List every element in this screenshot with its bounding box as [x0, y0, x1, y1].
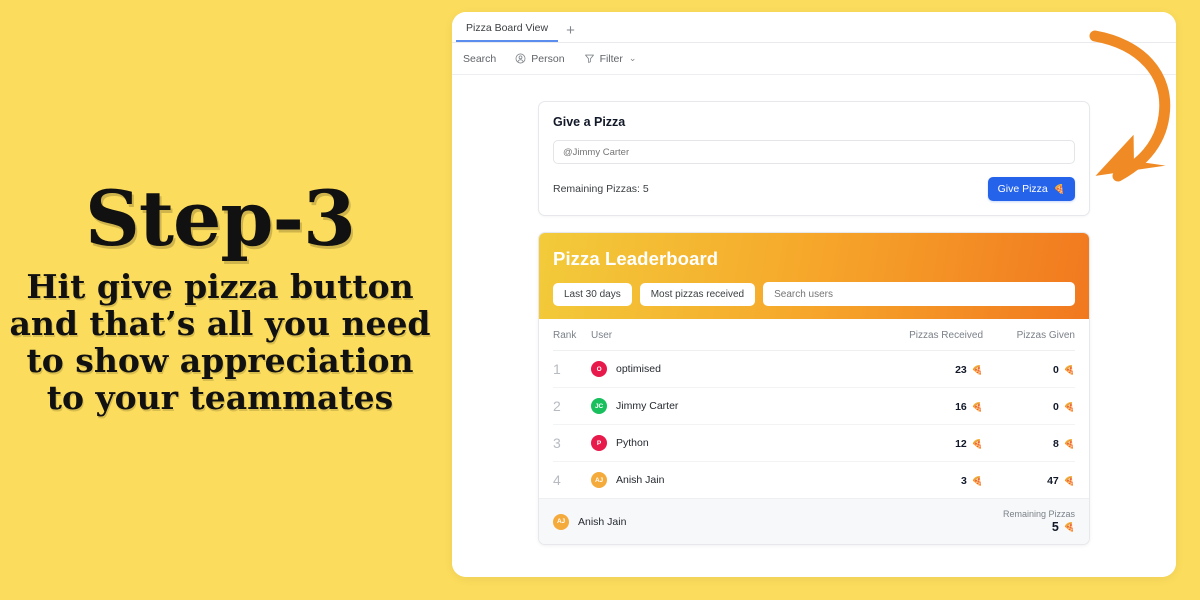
- row-user-name: Jimmy Carter: [616, 400, 679, 412]
- pizza-icon: 🍕: [971, 364, 983, 375]
- pizza-icon: 🍕: [971, 401, 983, 412]
- row-given: 47 🍕: [983, 471, 1075, 489]
- pizza-icon: 🍕: [1063, 475, 1075, 486]
- main-content: Give a Pizza Remaining Pizzas: 5 Give Pi…: [452, 75, 1176, 577]
- pizza-icon: 🍕: [1063, 364, 1075, 375]
- toolbar-person-label: Person: [531, 52, 565, 65]
- table-row[interactable]: 1 O optimised 23 🍕 0 🍕: [553, 351, 1075, 388]
- row-given: 8 🍕: [983, 434, 1075, 452]
- row-given: 0 🍕: [983, 360, 1075, 378]
- avatar: O: [591, 361, 607, 377]
- leaderboard-header: Pizza Leaderboard Last 30 days Most pizz…: [539, 233, 1089, 319]
- table-header-row: Rank User Pizzas Received Pizzas Given: [553, 319, 1075, 351]
- pizza-leaderboard-card: Pizza Leaderboard Last 30 days Most pizz…: [538, 232, 1090, 545]
- row-received: 3 🍕: [865, 471, 983, 489]
- leaderboard-controls: Last 30 days Most pizzas received: [553, 282, 1075, 306]
- toolbar-filter-label: Filter: [599, 52, 623, 65]
- footer-remaining-label: Remaining Pizzas: [1002, 509, 1075, 519]
- give-card-footer-row: Remaining Pizzas: 5 Give Pizza 🍕: [553, 177, 1075, 201]
- chevron-down-icon[interactable]: ⌄: [629, 53, 637, 64]
- current-user: AJ Anish Jain: [553, 513, 627, 530]
- avatar: AJ: [553, 513, 569, 530]
- row-user: AJ Anish Jain: [591, 472, 865, 488]
- add-tab-button[interactable]: +: [558, 23, 585, 42]
- table-row[interactable]: 2 JC Jimmy Carter 16 🍕 0 🍕: [553, 388, 1075, 425]
- give-pizza-button-label: Give Pizza: [997, 183, 1048, 195]
- row-given-value: 0: [1052, 364, 1059, 376]
- pizza-icon: 🍕: [1063, 521, 1075, 532]
- row-given-value: 47: [1047, 475, 1059, 487]
- row-user-name: Anish Jain: [616, 474, 665, 486]
- give-a-pizza-title: Give a Pizza: [553, 115, 626, 129]
- toolbar-filter[interactable]: Filter ⌄: [584, 52, 637, 65]
- column-header-rank: Rank: [553, 330, 577, 341]
- avatar: JC: [591, 398, 607, 414]
- row-received-value: 12: [955, 438, 967, 450]
- row-given: 0 🍕: [983, 397, 1075, 415]
- give-pizza-button[interactable]: Give Pizza 🍕: [987, 177, 1075, 201]
- row-received: 12 🍕: [865, 434, 983, 452]
- row-received-value: 3: [960, 475, 967, 487]
- column-header-received: Pizzas Received: [909, 330, 983, 341]
- promo-description: Hit give pizza button and that’s all you…: [9, 267, 431, 418]
- filter-range-button[interactable]: Last 30 days: [553, 282, 632, 306]
- pizza-icon: 🍕: [971, 475, 983, 486]
- row-rank: 4: [553, 472, 561, 488]
- row-user-name: optimised: [616, 363, 661, 375]
- row-user: JC Jimmy Carter: [591, 398, 865, 414]
- pizza-icon: 🍕: [1063, 438, 1075, 449]
- leaderboard-footer: AJ Anish Jain Remaining Pizzas 5 🍕: [539, 498, 1089, 544]
- tab-pizza-board-view[interactable]: Pizza Board View: [456, 22, 559, 42]
- row-user: P Python: [591, 435, 865, 451]
- tab-bar: Pizza Board View +: [452, 12, 1176, 43]
- row-received-value: 16: [955, 401, 967, 413]
- row-rank: 1: [553, 361, 561, 377]
- leaderboard-search-input[interactable]: [763, 282, 1075, 306]
- row-user-name: Python: [616, 437, 649, 449]
- row-given-value: 0: [1052, 401, 1059, 413]
- toolbar-person[interactable]: Person: [515, 52, 565, 65]
- pizza-icon: 🍕: [1063, 401, 1075, 412]
- leaderboard-table: Rank User Pizzas Received Pizzas Given 1…: [539, 319, 1089, 498]
- row-received-value: 23: [955, 364, 967, 376]
- promo-panel: Step-3 Hit give pizza button and that’s …: [0, 0, 440, 600]
- table-row[interactable]: 3 P Python 12 🍕 8 🍕: [553, 425, 1075, 462]
- toolbar-search[interactable]: Search: [463, 53, 496, 65]
- row-rank: 3: [553, 435, 561, 451]
- toolbar: Search Person Filter ⌄: [452, 43, 1176, 75]
- footer-remaining-value: 5: [1051, 520, 1059, 534]
- row-received: 16 🍕: [865, 397, 983, 415]
- toolbar-search-label: Search: [463, 52, 497, 65]
- column-header-user: User: [591, 330, 613, 341]
- remaining-pizzas-text: Remaining Pizzas: 5: [553, 183, 649, 195]
- column-header-given: Pizzas Given: [1016, 330, 1075, 341]
- give-a-pizza-card: Give a Pizza Remaining Pizzas: 5 Give Pi…: [538, 101, 1090, 216]
- row-received: 23 🍕: [865, 360, 983, 378]
- leaderboard-title: Pizza Leaderboard: [553, 248, 719, 269]
- recipient-input[interactable]: [553, 140, 1075, 164]
- promo-step-title: Step-3: [85, 174, 356, 263]
- app-window: Pizza Board View + Search Person Filter …: [452, 12, 1176, 577]
- filter-icon: [584, 53, 595, 64]
- table-row[interactable]: 4 AJ Anish Jain 3 🍕 47 🍕: [553, 462, 1075, 498]
- row-user: O optimised: [591, 361, 865, 377]
- current-user-name: Anish Jain: [578, 515, 627, 528]
- pizza-icon: 🍕: [971, 438, 983, 449]
- pizza-icon: 🍕: [1053, 183, 1065, 194]
- filter-sort-button[interactable]: Most pizzas received: [639, 282, 756, 306]
- footer-remaining: Remaining Pizzas 5 🍕: [1003, 509, 1075, 534]
- row-given-value: 8: [1052, 438, 1059, 450]
- person-icon: [515, 53, 526, 64]
- avatar: AJ: [591, 472, 607, 488]
- avatar: P: [591, 435, 607, 451]
- row-rank: 2: [553, 398, 561, 414]
